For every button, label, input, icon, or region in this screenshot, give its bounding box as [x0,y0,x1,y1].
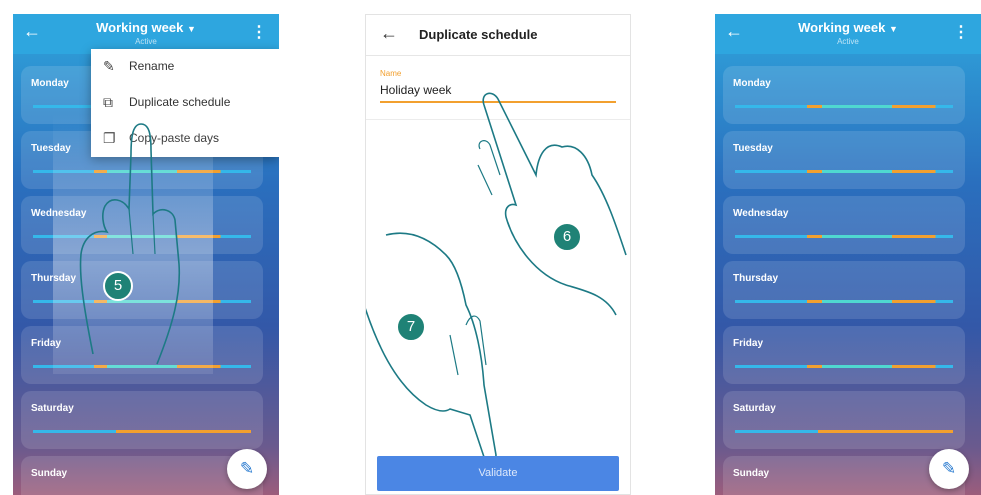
pointing-hand-icon [366,232,497,463]
step-badge: 5 [103,271,133,301]
dropdown-caret-icon: ▼ [888,24,898,34]
day-card-wednesday[interactable]: Wednesday [21,196,263,254]
day-label: Saturday [31,403,74,414]
day-schedule-bar [735,430,953,433]
edit-button[interactable]: ✎ [227,449,267,489]
day-schedule-bar [735,170,953,173]
day-schedule-bar [735,235,953,238]
day-label: Saturday [733,403,776,414]
kebab-menu-icon[interactable]: ⋮ [251,22,267,42]
day-schedule-bar [33,365,251,368]
step-badge: 6 [552,222,582,252]
divider [366,119,630,120]
pencil-icon: ✎ [239,459,255,478]
dropdown-caret-icon: ▼ [186,24,196,34]
day-card-tuesday[interactable]: Tuesday [723,131,965,189]
day-schedule-bar [33,170,251,173]
day-label: Sunday [733,468,770,479]
day-label: Monday [733,78,771,89]
day-schedule-bar [735,365,953,368]
name-field-label: Name [380,69,402,78]
validate-button[interactable]: Validate [377,456,619,491]
day-card-wednesday[interactable]: Wednesday [723,196,965,254]
menu-item-rename[interactable]: ✎ Rename [91,49,279,85]
phone-screen-1: ← Working week ▼ Active ⋮ Monday Tuesday… [13,14,279,495]
menu-item-label: Rename [129,59,175,73]
day-card-saturday[interactable]: Saturday [21,391,263,449]
day-card-friday[interactable]: Friday [21,326,263,384]
schedule-title: Working week [96,20,184,35]
day-label: Wednesday [31,208,87,219]
day-card-thursday[interactable]: Thursday [723,261,965,319]
duplicate-icon: ⧉ [103,94,113,110]
day-label: Friday [733,338,764,349]
pencil-icon: ✎ [103,58,115,74]
day-label: Sunday [31,468,68,479]
day-card-saturday[interactable]: Saturday [723,391,965,449]
hand-illustration [466,85,630,335]
schedule-title-dropdown[interactable]: Working week ▼ [13,20,279,35]
day-label: Tuesday [733,143,773,154]
day-schedule-bar [33,235,251,238]
page-title: Duplicate schedule [419,27,538,42]
day-schedule-bar [735,105,953,108]
day-label: Monday [31,78,69,89]
day-card-sunday[interactable]: Sunday [723,456,965,495]
copy-icon: ❐ [103,130,116,146]
edit-button[interactable]: ✎ [929,449,969,489]
day-card-friday[interactable]: Friday [723,326,965,384]
schedule-status: Active [837,37,859,46]
day-card-monday[interactable]: Monday [723,66,965,124]
pencil-icon: ✎ [941,459,957,478]
name-field-underline [380,101,616,103]
day-label: Wednesday [733,208,789,219]
context-menu: ✎ Rename ⧉ Duplicate schedule ❐ Copy-paste … [91,49,279,157]
phone-screen-2: ← Duplicate schedule Name Holiday week 6… [365,14,631,495]
day-schedule-bar [33,430,251,433]
day-schedule-bar [33,300,251,303]
day-label: Thursday [733,273,779,284]
schedule-title: Working week [798,20,886,35]
hand-illustration [366,225,526,475]
app-header: ← Working week ▼ Active ⋮ [13,14,279,54]
day-schedule-bar [735,300,953,303]
step-badge: 7 [396,312,426,342]
pointing-hand-icon [477,92,627,316]
kebab-menu-icon[interactable]: ⋮ [953,22,969,42]
day-label: Thursday [31,273,77,284]
menu-item-label: Duplicate schedule [129,95,231,109]
app-header: ← Duplicate schedule [366,15,630,56]
day-label: Friday [31,338,62,349]
back-arrow-icon[interactable]: ← [380,23,398,44]
app-header: ← Working week ▼ Active ⋮ [715,14,981,54]
menu-item-copy-paste[interactable]: ❐ Copy-paste days [91,121,279,157]
day-label: Tuesday [31,143,71,154]
day-card-thursday[interactable]: Thursday [21,261,263,319]
name-field-value[interactable]: Holiday week [380,83,451,97]
menu-item-label: Copy-paste days [129,131,220,145]
menu-item-duplicate[interactable]: ⧉ Duplicate schedule [91,85,279,121]
schedule-title-dropdown[interactable]: Working week ▼ [715,20,981,35]
phone-screen-3: ← Working week ▼ Active ⋮ Monday Tuesday… [715,14,981,495]
schedule-status: Active [135,37,157,46]
day-card-sunday[interactable]: Sunday [21,456,263,495]
